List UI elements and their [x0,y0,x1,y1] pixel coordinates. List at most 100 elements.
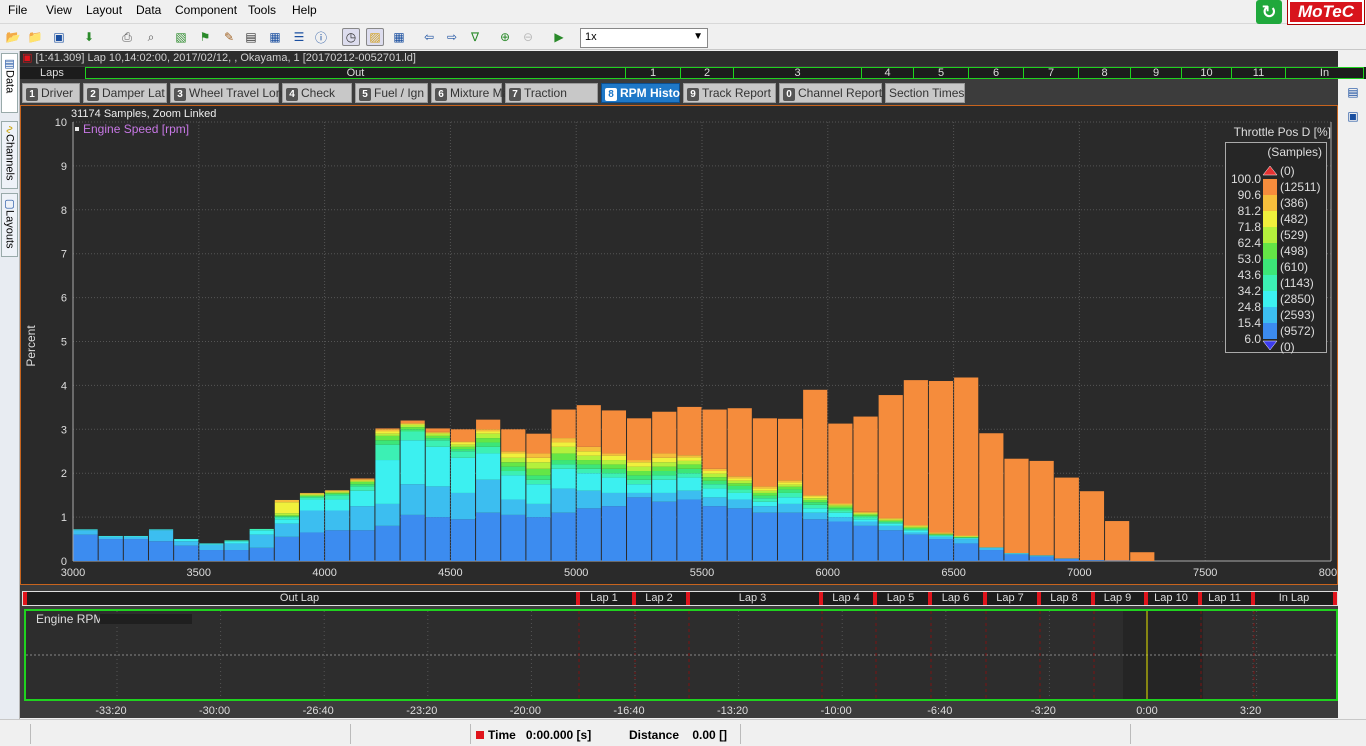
tab-traction[interactable]: 7 Traction [505,83,598,103]
lap-segment-3[interactable]: 3 [733,68,861,79]
menu-layout[interactable]: Layout [86,3,122,17]
lap-bar-lap-5[interactable]: Lap 5 [873,592,928,605]
lap-bar-lap-8[interactable]: Lap 8 [1037,592,1091,605]
legend-count: (498) [1280,244,1308,258]
film-icon[interactable]: ▤ [242,28,260,46]
lap-bar-lap-3[interactable]: Lap 3 [686,592,819,605]
lap-segment-out[interactable]: Out [86,68,625,79]
lap-segment-10[interactable]: 10 [1181,68,1231,79]
save-icon[interactable]: ▣ [50,28,68,46]
histogram-bar-segment [400,420,425,424]
lap-segment-9[interactable]: 9 [1130,68,1181,79]
lap-segment-5[interactable]: 5 [913,68,968,79]
lap-bar-lap-11[interactable]: Lap 11 [1198,592,1251,605]
grid-icon[interactable]: ▦ [266,28,284,46]
lap-segment-2[interactable]: 2 [680,68,733,79]
refresh-icon[interactable]: ↻ [1256,0,1282,24]
zoom-in-icon[interactable]: ⊕ [496,28,514,46]
histogram-bar-segment [979,433,1004,548]
panel-icon[interactable]: ▣ [1344,107,1362,125]
lap-bar-lap-4[interactable]: Lap 4 [819,592,873,605]
lap-segment-8[interactable]: 8 [1078,68,1130,79]
lap-segment-1[interactable]: 1 [625,68,680,79]
histogram-bar-segment [249,547,274,561]
laps-bar[interactable]: Out 1 2 3 4 5 6 7 8 9 10 11 In [85,67,1364,79]
tab-fuel-ign[interactable]: 5 Fuel / Ign [355,83,428,103]
flag-icon[interactable]: ⚑ [196,28,214,46]
table-icon[interactable]: ▦ [390,28,408,46]
tab-track-report[interactable]: 9 Track Report [683,83,776,103]
print-icon[interactable]: ⎙ [118,28,136,46]
download-icon[interactable]: ⬇ [80,28,98,46]
overlay-icon[interactable]: ▨ [366,28,384,46]
histogram-bar-segment [551,460,576,465]
histogram-bar-segment [702,480,727,485]
step-back-icon[interactable]: ⇦ [420,28,438,46]
tab-check[interactable]: 4 Check [282,83,352,103]
menu-tools[interactable]: Tools [248,3,276,17]
histogram-bar-segment [224,540,249,542]
lap-bar-label: In Lap [1278,592,1310,604]
clock-icon[interactable]: ◷ [342,28,360,46]
legend-subtitle: (Samples) [1267,145,1322,159]
tab-mixture-map[interactable]: 6 Mixture Map [431,83,516,103]
edit-icon[interactable]: ✎ [220,28,238,46]
playback-speed-select[interactable]: 1x ▼ [580,28,708,48]
histogram-bar-segment [878,521,903,523]
lap-segment-11[interactable]: 11 [1231,68,1285,79]
histogram-bar-segment [425,446,450,487]
lap-bar-lap-6[interactable]: Lap 6 [928,592,983,605]
tab-damper-lat[interactable]: 2 Damper Lat [83,83,167,103]
lap-bar-lap-9[interactable]: Lap 9 [1091,592,1144,605]
info-icon[interactable]: ⓘ [312,28,330,46]
histogram-bar-segment [576,446,601,452]
tab-channel-report[interactable]: 0 Channel Report [779,83,882,103]
histogram-bar-segment [677,464,702,469]
menu-file[interactable]: File [8,3,27,17]
properties-icon[interactable]: ▤ [1344,83,1362,101]
menu-data[interactable]: Data [136,3,161,17]
filter-icon[interactable]: ∇ [466,28,484,46]
lap-bar-lap-2[interactable]: Lap 2 [632,592,686,605]
tab-section-times[interactable]: Section Times [885,83,965,103]
lap-marker [1251,592,1255,605]
laps-label: Laps [40,67,64,79]
open-icon[interactable]: 📁 [26,28,44,46]
lap-bar-lap-7[interactable]: Lap 7 [983,592,1037,605]
lap-bar-lap-1[interactable]: Lap 1 [576,592,632,605]
legend-count: (482) [1280,212,1308,226]
histogram-bar-segment [350,479,375,481]
step-forward-icon[interactable]: ⇨ [443,28,461,46]
menu-component[interactable]: Component [175,3,237,17]
lap-bar-lap-10[interactable]: Lap 10 [1144,592,1198,605]
zoom-out-icon[interactable]: ⊖ [519,28,537,46]
lap-bar-label: Lap 11 [1208,592,1241,604]
list-icon[interactable]: ☰ [290,28,308,46]
menu-help[interactable]: Help [292,3,317,17]
histogram-bar-segment [652,471,677,476]
tab-label: Wheel Travel Long [189,86,290,100]
play-icon[interactable]: ▶ [550,28,568,46]
histogram-bar-segment [174,545,199,561]
new-folder-icon[interactable]: 📂 [4,28,22,46]
lap-segment-6[interactable]: 6 [968,68,1023,79]
lap-segment-4[interactable]: 4 [861,68,913,79]
histogram-bar-segment [777,486,803,490]
tab-channels[interactable]: ∿ Channels [1,121,18,189]
histogram-bar-segment [928,533,954,534]
lap-bar-in-lap[interactable]: In Lap [1251,592,1337,605]
map-icon[interactable]: ▧ [172,28,190,46]
lap-segment-in[interactable]: In [1285,68,1363,79]
tab-data[interactable]: ▤ Data [1,53,18,113]
menu-view[interactable]: View [46,3,72,17]
tab-driver[interactable]: 1 Driver [22,83,80,103]
histogram-bar-segment [878,525,903,531]
lap-bar-out-lap[interactable]: Out Lap [23,592,576,605]
histogram-bar-segment [627,466,652,472]
time-tick-label: -16:40 [613,705,645,717]
tab-rpm-histo[interactable]: 8 RPM Histo [601,83,680,103]
tab-layouts[interactable]: ▢ Layouts [1,193,18,257]
print-preview-icon[interactable]: ⌕ [142,28,160,46]
lap-segment-7[interactable]: 7 [1023,68,1078,79]
tab-wheel-travel-long[interactable]: 3 Wheel Travel Long [170,83,289,103]
